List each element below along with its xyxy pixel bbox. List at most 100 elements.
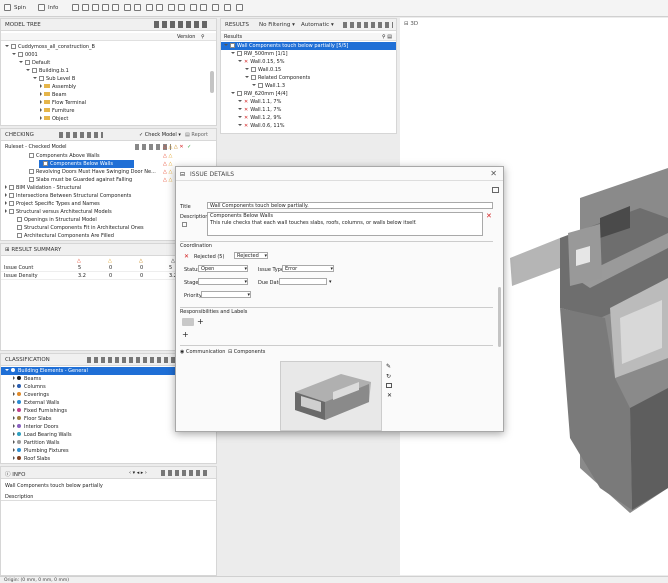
expand-icon[interactable] — [238, 100, 242, 102]
expand-icon[interactable] — [26, 69, 30, 71]
add-label-button[interactable]: + — [182, 330, 189, 339]
expand-icon[interactable] — [40, 116, 42, 120]
expand-icon[interactable] — [13, 448, 15, 452]
results-toolbar-icons[interactable] — [343, 22, 393, 28]
tree-item[interactable]: Furniture — [1, 107, 216, 115]
hide-icon[interactable] — [72, 4, 79, 11]
classification-item[interactable]: Roof Slabs — [1, 455, 216, 463]
close-icon[interactable]: ✕ — [490, 169, 497, 178]
status-select[interactable]: Open ▾ — [198, 265, 248, 272]
info-nav-buttons[interactable]: ‹ ▾ ◂ ▸ › — [129, 470, 147, 476]
window-icon[interactable] — [492, 187, 499, 193]
perspective-icon[interactable] — [178, 4, 185, 11]
tab-communication[interactable]: ◉ Communication — [180, 349, 225, 355]
tree-item[interactable]: Cuddymoss_all_construction_B — [1, 43, 216, 51]
snapshot-image[interactable] — [280, 361, 382, 431]
expand-icon[interactable] — [13, 424, 15, 428]
expand-icon[interactable] — [13, 376, 15, 380]
add-responsibility-button[interactable]: + — [197, 317, 204, 326]
expand-icon[interactable] — [224, 44, 228, 46]
result-item[interactable]: ✕ Wall.0.6, 11% — [221, 122, 396, 130]
tree-item[interactable]: Assembly — [1, 83, 216, 91]
info-button[interactable]: Info — [48, 5, 58, 11]
result-item[interactable]: Wall.1.3 — [221, 82, 396, 90]
description-field[interactable]: Components Below Walls This rule checks … — [207, 212, 483, 236]
due-date-field[interactable] — [279, 278, 327, 285]
tree-item[interactable]: Sub Level B — [1, 75, 216, 83]
info-toolbar-icons[interactable] — [161, 470, 209, 476]
select-icon[interactable] — [4, 4, 11, 11]
tree-item[interactable]: Building.b.1 — [1, 67, 216, 75]
walk-icon[interactable] — [146, 4, 153, 11]
title-field[interactable]: Wall Components touch below partially. — [207, 202, 493, 209]
expand-icon[interactable] — [40, 108, 42, 112]
expand-icon[interactable] — [231, 92, 235, 94]
slide-icon[interactable] — [200, 4, 207, 11]
refresh-icon[interactable]: ↻ — [386, 373, 391, 380]
stage-select[interactable]: ▾ — [198, 278, 248, 285]
result-item[interactable]: RW_500mm [1/1] — [221, 50, 396, 58]
mode-dropdown[interactable]: Automatic ▾ — [301, 22, 334, 28]
section-icon[interactable] — [124, 4, 131, 11]
ruleset-row[interactable]: Ruleset - Checked Model △ △ △ ✕ ✓ — [1, 143, 216, 151]
delete-snapshot-icon[interactable]: ✕ — [387, 392, 392, 399]
tree-item[interactable]: 0001 — [1, 51, 216, 59]
expand-icon[interactable] — [13, 432, 15, 436]
classification-item[interactable]: Load Bearing Walls — [1, 431, 216, 439]
rejected-select[interactable]: Rejected ▾ — [234, 252, 268, 259]
model-tree-scrollbar[interactable] — [210, 71, 214, 93]
dialog-scrollbar[interactable] — [498, 287, 501, 347]
camera-icon[interactable] — [156, 4, 163, 11]
expand-icon[interactable] — [5, 193, 7, 197]
tree-item[interactable]: Object — [1, 115, 216, 123]
color-icon[interactable] — [112, 4, 119, 11]
image-icon[interactable] — [386, 383, 392, 388]
issue-type-select[interactable]: Error ▾ — [282, 265, 334, 272]
screenshot-icon[interactable] — [190, 4, 197, 11]
expand-icon[interactable] — [5, 185, 7, 189]
expand-icon[interactable] — [5, 45, 9, 47]
grid-icon[interactable] — [224, 4, 231, 11]
rule-item[interactable]: Components Above Walls △ △ — [1, 152, 216, 160]
transparency-icon[interactable] — [102, 4, 109, 11]
expand-icon[interactable] — [13, 392, 15, 396]
result-item[interactable]: ✕ Wall.0.15, 5% — [221, 58, 396, 66]
priority-select[interactable]: ▾ — [201, 291, 251, 298]
expand-icon[interactable] — [40, 100, 42, 104]
isolate-icon[interactable] — [92, 4, 99, 11]
eye-icon[interactable] — [82, 4, 89, 11]
expand-icon[interactable] — [13, 384, 15, 388]
expand-icon[interactable] — [12, 53, 16, 55]
expand-icon[interactable] — [231, 52, 235, 54]
expand-icon[interactable] — [13, 440, 15, 444]
expand-icon[interactable] — [238, 60, 242, 62]
measure-icon[interactable] — [134, 4, 141, 11]
expand-icon[interactable] — [245, 68, 249, 70]
date-picker-icon[interactable]: ▾ — [329, 279, 332, 285]
expand-icon[interactable] — [13, 416, 15, 420]
bubble-icon[interactable] — [236, 4, 243, 11]
result-item[interactable]: Wall Components touch below partially [5… — [221, 42, 396, 50]
expand-icon[interactable] — [33, 77, 37, 79]
result-item[interactable]: Wall.0.15 — [221, 66, 396, 74]
annotate-icon[interactable]: ✎ — [386, 363, 391, 370]
result-item[interactable]: RW_620mm [4/4] — [221, 90, 396, 98]
expand-icon[interactable] — [13, 400, 15, 404]
expand-icon[interactable] — [13, 408, 15, 412]
result-item[interactable]: ✕ Wall.1.1, 7% — [221, 98, 396, 106]
checking-toolbar-icons[interactable] — [59, 132, 103, 138]
tree-item[interactable]: Flow Terminal — [1, 99, 216, 107]
info-icon[interactable] — [38, 4, 45, 11]
expand-icon[interactable] — [19, 61, 23, 63]
check-model-button[interactable]: ✓ Check Model ▾ — [139, 132, 181, 138]
result-item[interactable]: ✕ Wall.1.2, 9% — [221, 114, 396, 122]
expand-icon[interactable] — [40, 84, 42, 88]
report-button[interactable]: ▤ Report — [185, 132, 208, 138]
filter-dropdown[interactable]: No Filtering ▾ — [259, 22, 295, 28]
expand-icon[interactable] — [238, 124, 242, 126]
expand-icon[interactable] — [13, 456, 15, 460]
responsibility-chip[interactable] — [182, 318, 194, 326]
model-tree-toolbar-icons[interactable] — [154, 21, 210, 28]
result-item[interactable]: ✕ Wall.1.1, 7% — [221, 106, 396, 114]
description-attach-icon[interactable] — [182, 222, 187, 227]
